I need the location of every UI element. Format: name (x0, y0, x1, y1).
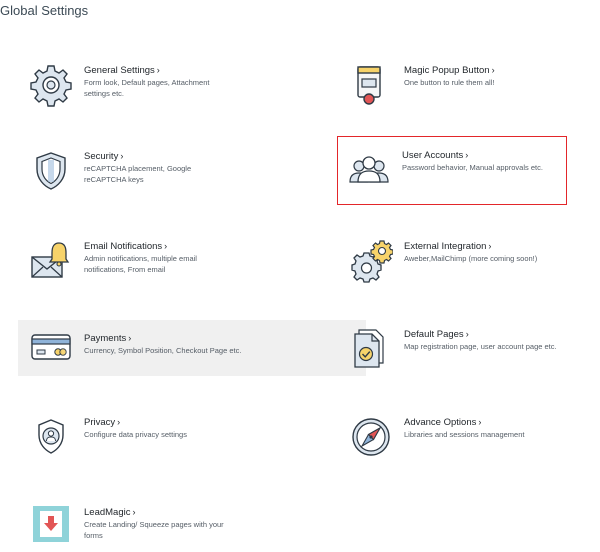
users-icon (346, 147, 392, 193)
card-title: Email Notifications › (84, 241, 168, 252)
magic-popup-button-card[interactable]: Magic Popup Button › One button to rule t… (348, 62, 600, 118)
payments-card[interactable]: Payments › Currency, Symbol Position, Che… (18, 320, 366, 376)
card-description: Libraries and sessions management (404, 430, 525, 439)
card-title: Security › (84, 151, 124, 162)
chevron-right-icon: › (164, 241, 168, 251)
default-pages-card[interactable]: Default Pages › Map registration page, us… (348, 326, 600, 382)
security-card[interactable]: Security › reCAPTCHA placement, Google re… (28, 148, 358, 204)
card-description: Create Landing/ Squeeze pages with your … (84, 520, 224, 540)
card-description: One button to rule them all! (404, 78, 495, 87)
email-bell-icon (28, 238, 74, 284)
compass-icon (348, 414, 394, 460)
card-title: General Settings › (84, 65, 160, 76)
card-title: LeadMagic › (84, 507, 136, 518)
gear-icon (28, 62, 74, 108)
chevron-right-icon: › (465, 150, 469, 160)
chevron-right-icon: › (128, 333, 132, 343)
card-title: Privacy › (84, 417, 121, 428)
chevron-right-icon: › (478, 417, 482, 427)
chevron-right-icon: › (488, 241, 492, 251)
card-description: Map registration page, user account page… (404, 342, 557, 351)
credit-card-icon (28, 324, 74, 370)
user-accounts-card[interactable]: User Accounts › Password behavior, Manual… (337, 136, 567, 205)
leadmagic-card[interactable]: LeadMagic › Create Landing/ Squeeze pages… (28, 504, 358, 550)
chevron-right-icon: › (491, 65, 495, 75)
gears-icon (348, 238, 394, 284)
chevron-right-icon: › (156, 65, 160, 75)
general-settings-card[interactable]: General Settings › Form look, Default pag… (28, 62, 358, 118)
card-description: Password behavior, Manual approvals etc. (402, 163, 543, 172)
card-title: Default Pages › (404, 329, 469, 340)
card-title: Advance Options › (404, 417, 482, 428)
popup-button-icon (348, 62, 394, 108)
chevron-right-icon: › (117, 417, 121, 427)
email-notifications-card[interactable]: Email Notifications › Admin notifications… (28, 238, 358, 294)
card-description: Configure data privacy settings (84, 430, 187, 439)
card-title: Magic Popup Button › (404, 65, 495, 76)
card-description: Currency, Symbol Position, Checkout Page… (84, 346, 242, 355)
card-description: Form look, Default pages, Attachment set… (84, 78, 210, 98)
leadmagic-icon (28, 504, 74, 544)
card-description: Aweber,MailChimp (more coming soon!) (404, 254, 538, 263)
document-check-icon (348, 326, 394, 372)
card-description: reCAPTCHA placement, Google reCAPTCHA ke… (84, 164, 192, 184)
card-title: External Integration › (404, 241, 492, 252)
shield-icon (28, 148, 74, 194)
card-title: Payments › (84, 333, 132, 344)
chevron-right-icon: › (120, 151, 124, 161)
card-description: Admin notifications, multiple email noti… (84, 254, 197, 274)
chevron-right-icon: › (465, 329, 469, 339)
card-title: User Accounts › (402, 150, 469, 161)
external-integration-card[interactable]: External Integration › Aweber,MailChimp (… (348, 238, 600, 294)
privacy-shield-icon (28, 414, 74, 460)
chevron-right-icon: › (132, 507, 136, 517)
advance-options-card[interactable]: Advance Options › Libraries and sessions … (348, 414, 600, 470)
page-title: Global Settings (0, 3, 89, 18)
privacy-card[interactable]: Privacy › Configure data privacy settings (28, 414, 358, 470)
